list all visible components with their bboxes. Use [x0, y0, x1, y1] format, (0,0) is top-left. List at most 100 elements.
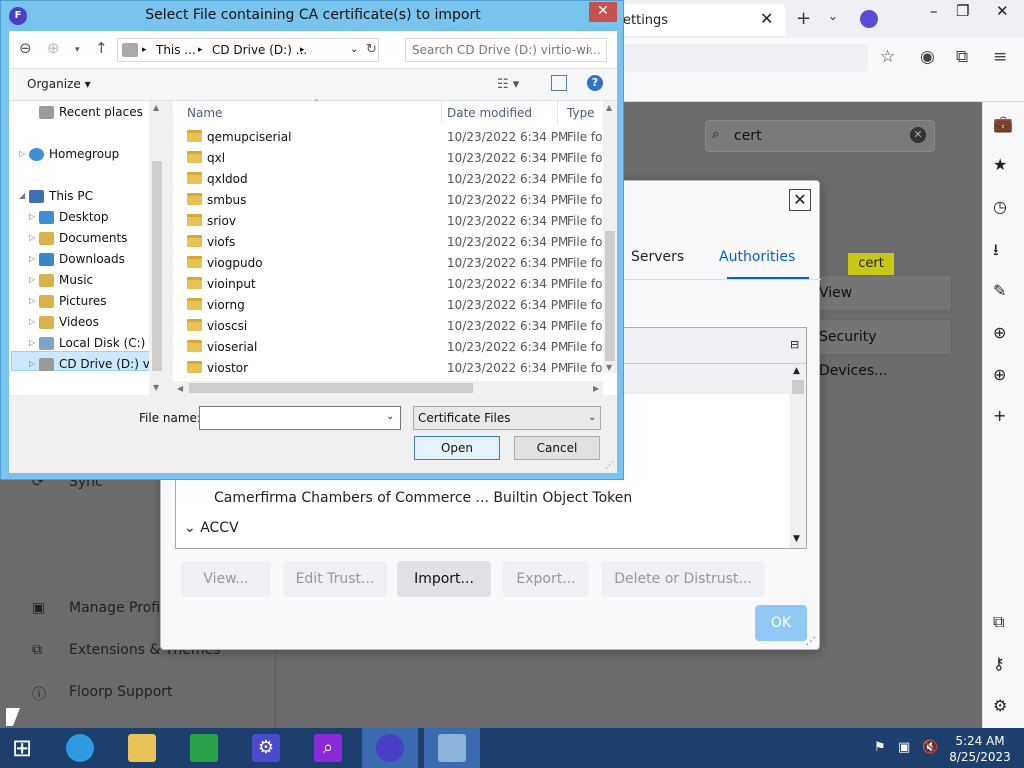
address-dropdown-icon[interactable]: ⌄ [350, 44, 358, 55]
navigation-pane[interactable]: Recent places ▷ Homegroup ◢ This PC ▷ De… [9, 101, 165, 395]
clear-search-icon[interactable]: ✕ [910, 127, 926, 143]
search-icon[interactable]: ⌕ [586, 42, 593, 57]
file-row[interactable]: qxl 10/23/2022 6:34 PM File fol [173, 148, 605, 169]
tab-list-chevron-icon[interactable]: ⌄ [828, 9, 838, 23]
system-clock[interactable]: 5:24 AM 8/25/2023 [940, 733, 1020, 765]
search-input[interactable]: Search CD Drive (D:) virtio-wi... ⌕ [405, 38, 607, 62]
breadcrumb-cd-drive[interactable]: CD Drive (D:) ... [212, 43, 307, 57]
expand-arrow-icon[interactable]: ▷ [29, 212, 35, 221]
scroll-down-icon[interactable]: ▼ [793, 534, 800, 544]
minimize-icon[interactable]: – [930, 2, 938, 20]
expand-arrow-icon[interactable]: ▷ [19, 149, 25, 158]
file-row[interactable]: viostor 10/23/2022 6:34 PM File fol [173, 358, 605, 379]
cancel-button[interactable]: Cancel [514, 436, 600, 460]
download-icon[interactable]: ⭳ [993, 239, 999, 266]
export-button[interactable]: Export... [503, 561, 589, 597]
collapse-arrow-icon[interactable]: ◢ [19, 191, 25, 200]
column-header-name[interactable]: Name [187, 106, 222, 120]
chevron-down-icon[interactable]: ⌄ [588, 407, 596, 429]
resize-grip-icon[interactable]: ⋰ [806, 636, 816, 647]
scroll-right-icon[interactable]: ▶ [593, 384, 599, 393]
scroll-thumb[interactable] [605, 231, 615, 361]
expand-arrow-icon[interactable]: ▷ [29, 254, 35, 263]
column-header-date[interactable]: Date modified [447, 106, 532, 120]
file-row[interactable]: vioscsi 10/23/2022 6:34 PM File fol [173, 316, 605, 337]
file-row[interactable]: qemupciserial 10/23/2022 6:34 PM File fol [173, 127, 605, 148]
sidebar-item-support[interactable]: ⓘ Floorp Support [32, 684, 173, 704]
file-row[interactable]: smbus 10/23/2022 6:34 PM File fol [173, 190, 605, 211]
new-tab-icon[interactable]: + [796, 8, 811, 29]
help-icon[interactable]: ? [587, 75, 603, 91]
taskbar-control-panel[interactable] [424, 728, 480, 768]
refresh-icon[interactable]: ↻ [366, 42, 377, 57]
expand-arrow-icon[interactable]: ▷ [29, 233, 35, 242]
tab-close-icon[interactable]: ✕ [760, 9, 773, 28]
taskbar-floorp[interactable] [362, 728, 418, 768]
pen-icon[interactable]: ✎ [993, 281, 1006, 300]
sidebar-item-manage-profile[interactable]: ▣ Manage Profile [32, 600, 173, 616]
resize-grip-icon[interactable]: ⋰ [605, 461, 614, 471]
scroll-thumb[interactable] [792, 380, 804, 394]
key-icon[interactable]: ⚷ [993, 654, 1005, 673]
view-button[interactable]: View... [181, 561, 271, 597]
open-button[interactable]: Open [414, 436, 500, 460]
edit-trust-button[interactable]: Edit Trust... [283, 561, 387, 597]
taskbar-explorer[interactable] [114, 728, 170, 768]
scroll-up-icon[interactable]: ▲ [793, 366, 800, 376]
change-view-icon[interactable]: ☷ ▾ [497, 77, 519, 92]
star-icon[interactable]: ★ [993, 155, 1007, 174]
expand-arrow-icon[interactable]: ▷ [29, 296, 35, 305]
history-icon[interactable]: ◷ [993, 197, 1007, 216]
taskbar-store[interactable] [176, 728, 232, 768]
account-icon[interactable]: ◉ [920, 47, 935, 67]
file-row[interactable]: viorng 10/23/2022 6:34 PM File fol [173, 295, 605, 316]
back-icon[interactable]: ⊖ [19, 39, 32, 57]
extensions-icon[interactable]: ⧉ [956, 47, 968, 67]
file-name-input[interactable]: ⌄ [199, 406, 401, 430]
scroll-up-icon[interactable]: ▲ [153, 103, 159, 112]
volume-muted-icon[interactable]: 🔇 [922, 740, 938, 755]
file-row[interactable]: qxldod 10/23/2022 6:34 PM File fol [173, 169, 605, 190]
window-close-icon[interactable]: ✕ [996, 2, 1009, 20]
network-icon[interactable]: ▣ [898, 740, 910, 755]
breadcrumb-this-pc[interactable]: This ... [156, 43, 196, 57]
flag-icon[interactable]: ⚑ [874, 740, 886, 755]
tree-group-accv[interactable]: ⌄ ACCV [184, 520, 239, 536]
expand-arrow-icon[interactable]: ▷ [29, 275, 35, 284]
briefcase-icon[interactable]: 💼 [993, 114, 1013, 133]
file-row[interactable]: vioinput 10/23/2022 6:34 PM File fol [173, 274, 605, 295]
column-header-type[interactable]: Type [567, 106, 595, 120]
sidebar-item-extensions[interactable]: ⧉ Extensions & Themes [32, 642, 220, 658]
address-bar[interactable]: ▸ This ... ▸ CD Drive (D:) ... ▸ ⌄ ↻ [117, 38, 379, 62]
floorp-logo-icon[interactable] [860, 10, 878, 28]
view-certificates-button[interactable]: View Certificates... [808, 275, 952, 335]
ok-button[interactable]: OK [755, 605, 807, 641]
expand-arrow-icon[interactable]: ▷ [29, 359, 35, 368]
file-row[interactable]: sriov 10/23/2022 6:34 PM File fol [173, 211, 605, 232]
gear-icon[interactable]: ⚙ [993, 696, 1007, 715]
menu-icon[interactable]: ≡ [993, 47, 1007, 67]
tab-authorities[interactable]: Authorities [719, 249, 795, 265]
expand-arrow-icon[interactable]: ▷ [29, 338, 35, 347]
taskbar-search[interactable]: ⌕ [300, 728, 356, 768]
bookmark-star-icon[interactable]: ☆ [880, 47, 895, 67]
taskbar-settings[interactable]: ⚙ [238, 728, 294, 768]
expand-arrow-icon[interactable]: ▷ [29, 317, 35, 326]
scroll-down-icon[interactable]: ▼ [153, 383, 159, 392]
column-picker-icon[interactable]: ⊟ [790, 338, 799, 351]
add-panel-icon[interactable]: + [993, 406, 1006, 425]
url-bar[interactable] [620, 44, 868, 72]
scroll-thumb[interactable] [189, 383, 473, 393]
scroll-thumb[interactable] [152, 161, 162, 371]
taskbar-ie[interactable] [52, 728, 108, 768]
maximize-icon[interactable]: ❐ [956, 2, 969, 20]
recent-dropdown-icon[interactable]: ▾ [75, 45, 80, 55]
forward-icon[interactable]: ⊕ [47, 39, 60, 57]
tab-servers[interactable]: Servers [631, 249, 684, 265]
scroll-left-icon[interactable]: ◀ [177, 384, 183, 393]
delete-distrust-button[interactable]: Delete or Distrust... [601, 561, 765, 597]
security-devices-button[interactable]: Security Devices... [808, 319, 952, 379]
scroll-up-icon[interactable]: ▲ [606, 103, 612, 112]
file-list[interactable]: Name ^ Date modified Type qemupciserial 1… [173, 98, 617, 395]
scroll-down-icon[interactable]: ▼ [606, 363, 612, 372]
